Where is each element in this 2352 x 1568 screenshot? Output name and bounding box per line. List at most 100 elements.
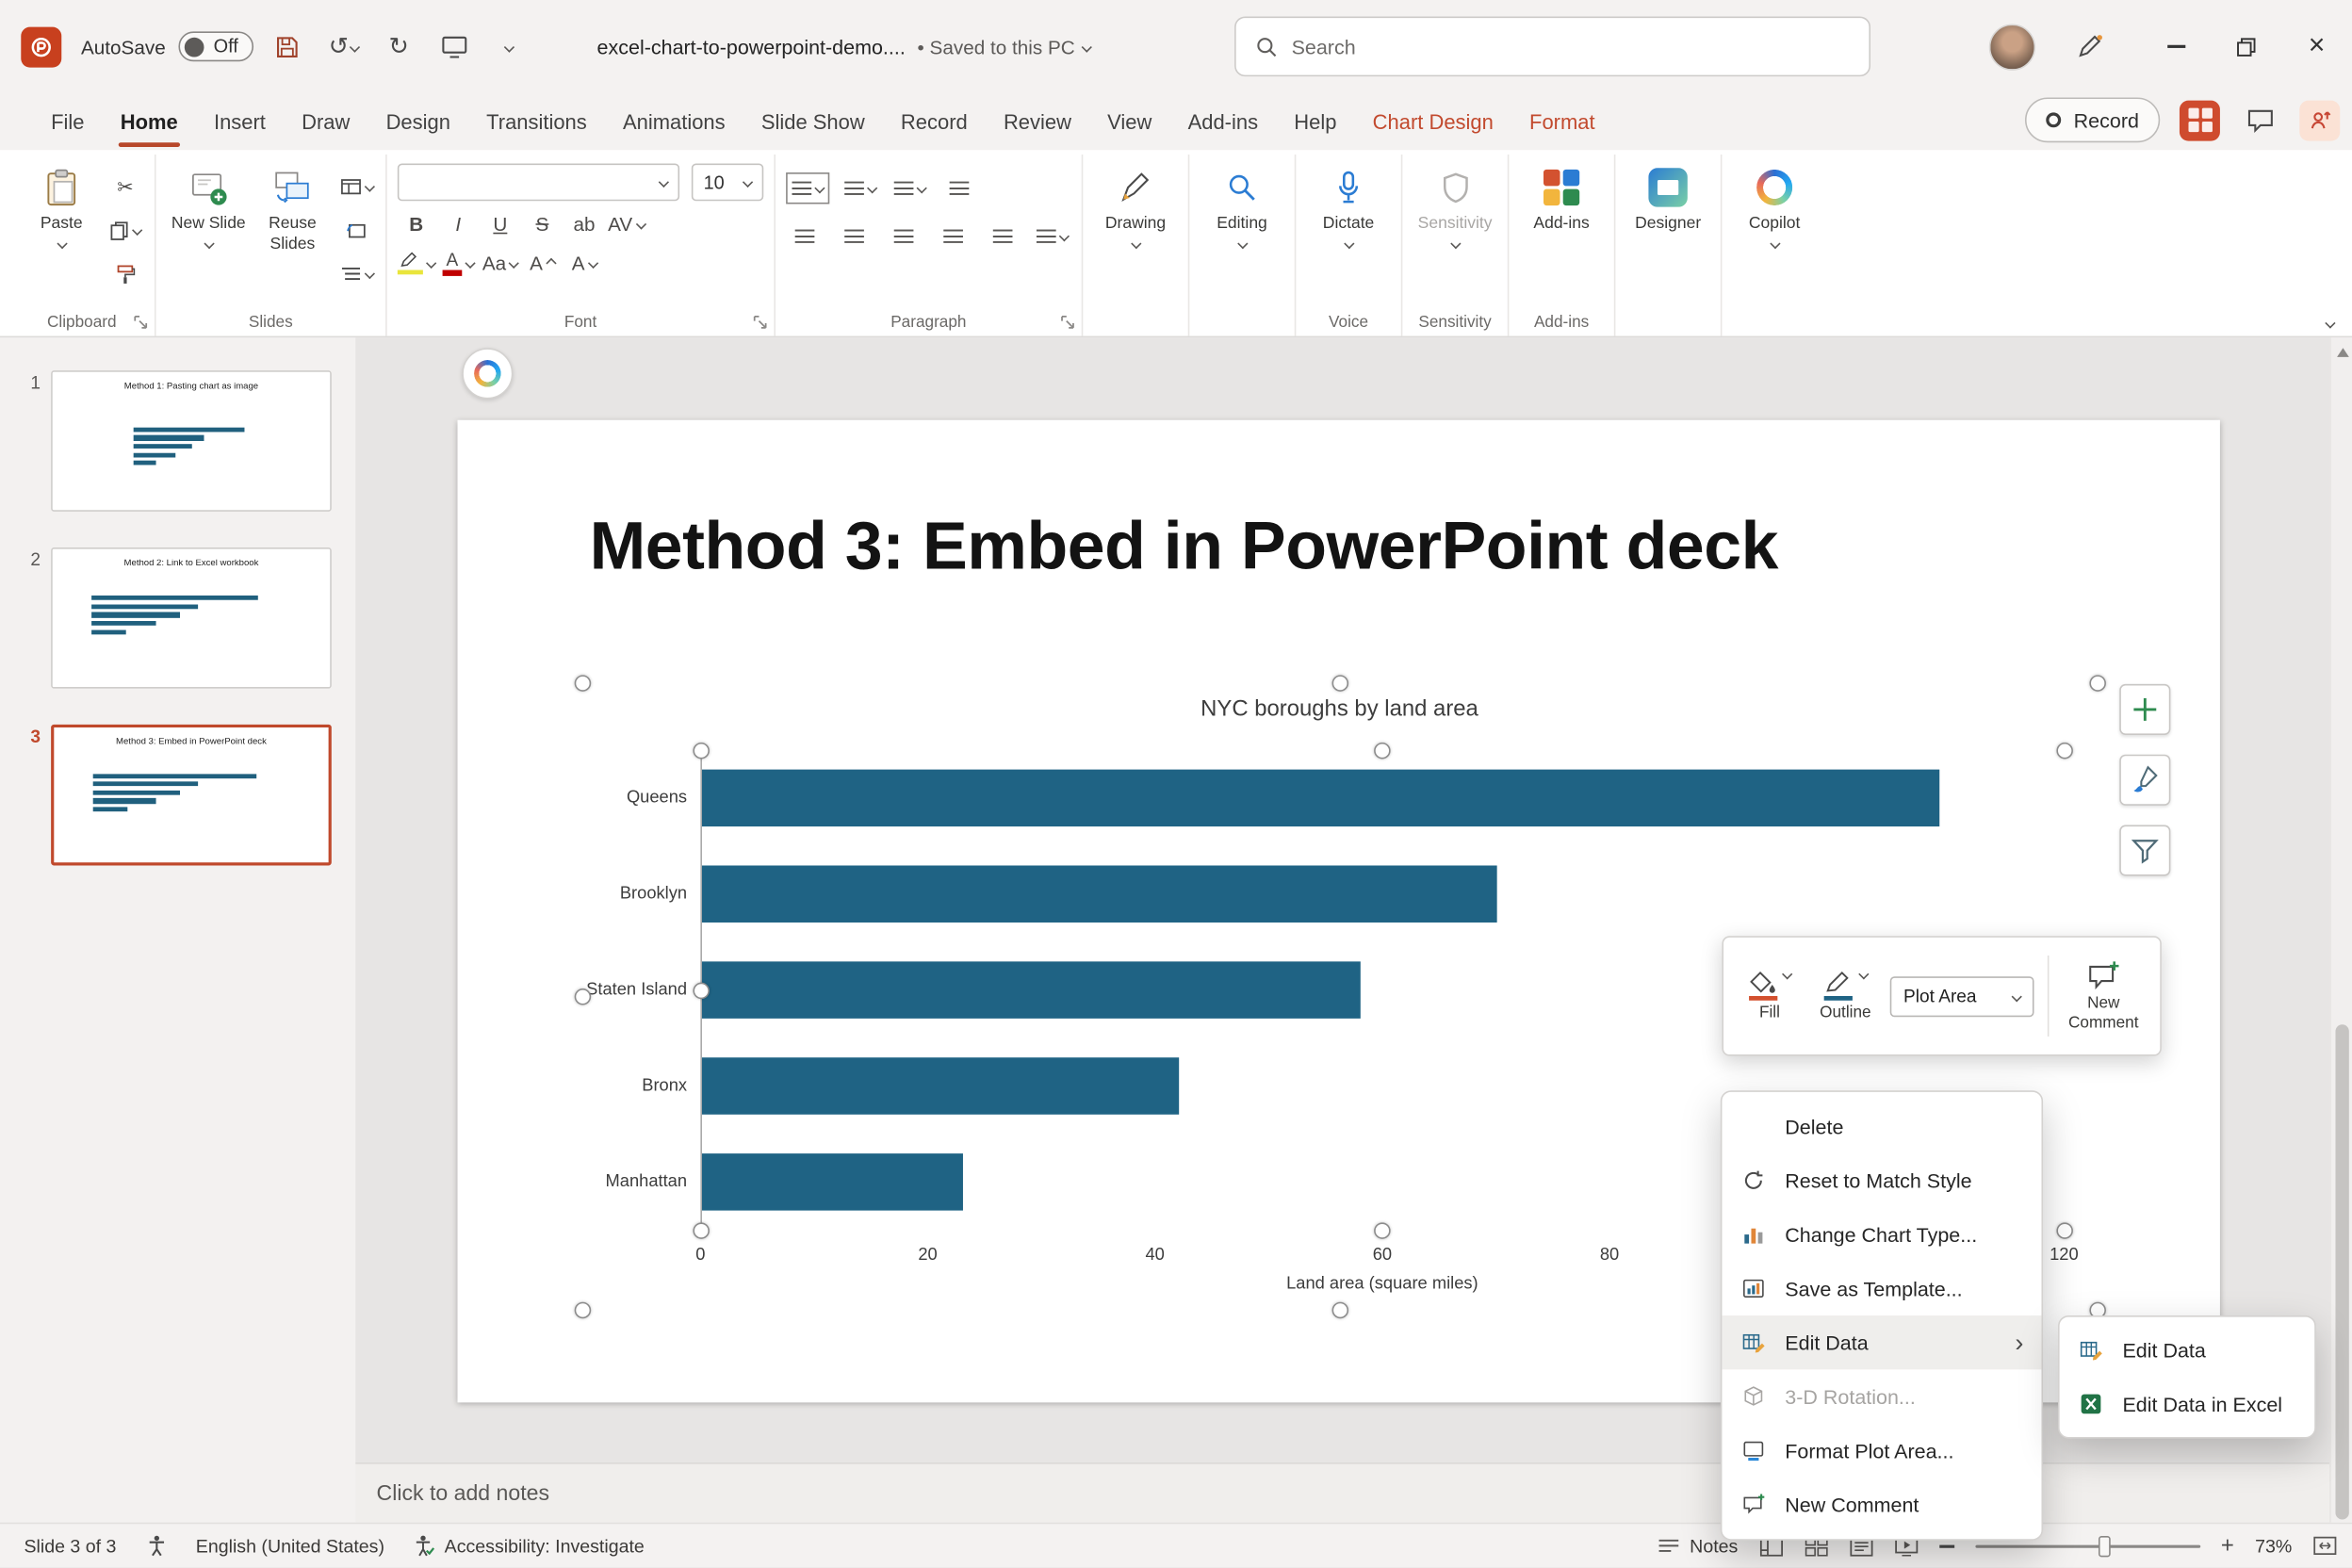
search-input[interactable] bbox=[1291, 35, 1850, 58]
tab-review[interactable]: Review bbox=[986, 93, 1089, 150]
align-right-button[interactable] bbox=[984, 220, 1021, 252]
restore-button[interactable] bbox=[2211, 0, 2281, 93]
copilot-button[interactable]: Copilot bbox=[1733, 157, 1817, 249]
character-spacing-button[interactable]: AV bbox=[608, 208, 646, 239]
fit-slide-to-window-button[interactable] bbox=[2313, 1537, 2337, 1557]
selection-handle[interactable] bbox=[692, 742, 710, 759]
record-button[interactable]: Record bbox=[2025, 97, 2161, 143]
dictate-button[interactable]: Dictate bbox=[1306, 157, 1390, 249]
editing-button[interactable]: Editing bbox=[1200, 157, 1283, 249]
tab-view[interactable]: View bbox=[1089, 93, 1169, 150]
reuse-slides-button[interactable]: Reuse Slides bbox=[251, 157, 335, 255]
line-spacing-button[interactable] bbox=[891, 172, 929, 204]
undo-button[interactable]: ↺ bbox=[322, 27, 365, 66]
selection-handle[interactable] bbox=[1331, 1300, 1348, 1318]
bar-brooklyn[interactable] bbox=[701, 865, 1497, 923]
text-direction-button[interactable] bbox=[940, 172, 978, 204]
scrollbar-thumb[interactable] bbox=[2335, 1024, 2349, 1520]
customize-quick-access-button[interactable] bbox=[489, 27, 531, 66]
cut-button[interactable]: ✂ bbox=[106, 171, 144, 202]
chart-element-selector[interactable]: Plot Area bbox=[1889, 975, 2034, 1017]
selection-handle[interactable] bbox=[692, 1221, 710, 1239]
tab-chart-design[interactable]: Chart Design bbox=[1355, 93, 1511, 150]
align-center-button[interactable] bbox=[935, 220, 972, 252]
minimize-button[interactable] bbox=[2141, 0, 2212, 93]
menu-item-delete[interactable]: Delete bbox=[1722, 1100, 2041, 1153]
search-bar[interactable] bbox=[1234, 16, 1871, 77]
bold-button[interactable]: B bbox=[398, 208, 435, 239]
selection-handle[interactable] bbox=[573, 1300, 591, 1318]
selection-handle[interactable] bbox=[573, 988, 591, 1004]
slide-thumbnail-1[interactable]: 1 Method 1: Pasting chart as image bbox=[15, 370, 332, 512]
increase-font-size-button[interactable]: A bbox=[524, 248, 562, 279]
convert-to-smartart-button[interactable] bbox=[1034, 220, 1071, 252]
editor-pen-icon[interactable] bbox=[2066, 23, 2114, 71]
collapse-ribbon-icon[interactable] bbox=[2325, 318, 2336, 329]
decrease-font-size-button[interactable]: A bbox=[565, 248, 603, 279]
user-avatar[interactable] bbox=[1988, 23, 2036, 71]
vertical-scrollbar[interactable] bbox=[2329, 337, 2352, 1524]
font-color-button[interactable]: A bbox=[439, 248, 477, 279]
tab-file[interactable]: File bbox=[33, 93, 103, 150]
menu-item-format-plot-area[interactable]: Format Plot Area... bbox=[1722, 1424, 2041, 1478]
bar-manhattan[interactable] bbox=[701, 1153, 964, 1211]
designer-button[interactable]: Designer bbox=[1626, 157, 1710, 235]
drawing-button[interactable]: Drawing bbox=[1093, 157, 1177, 249]
tab-design[interactable]: Design bbox=[368, 93, 468, 150]
new-comment-button[interactable]: New Comment bbox=[2062, 959, 2145, 1033]
chart-styles-button[interactable] bbox=[2119, 754, 2171, 806]
copy-button[interactable] bbox=[106, 215, 144, 246]
tab-animations[interactable]: Animations bbox=[605, 93, 743, 150]
bar-staten-island[interactable] bbox=[701, 961, 1361, 1019]
tab-transitions[interactable]: Transitions bbox=[468, 93, 605, 150]
selection-handle[interactable] bbox=[2088, 674, 2106, 692]
numbering-button[interactable] bbox=[841, 172, 879, 204]
selection-handle[interactable] bbox=[1373, 742, 1390, 759]
bullets-button[interactable] bbox=[786, 172, 830, 204]
present-in-teams-icon[interactable] bbox=[2179, 99, 2220, 140]
slide-indicator[interactable]: Slide 3 of 3 bbox=[24, 1536, 116, 1557]
menu-item-edit-data[interactable]: Edit Data › bbox=[1722, 1315, 2042, 1370]
tab-record[interactable]: Record bbox=[883, 93, 986, 150]
dialog-launcher-icon[interactable] bbox=[134, 315, 149, 330]
submenu-item-edit-data-in-excel[interactable]: Edit Data in Excel bbox=[2060, 1377, 2315, 1430]
change-case-button[interactable]: Aa bbox=[482, 248, 520, 279]
slide-layout-button[interactable] bbox=[337, 171, 375, 202]
dialog-launcher-icon[interactable] bbox=[753, 315, 768, 330]
comments-button[interactable] bbox=[2240, 100, 2280, 140]
menu-item-reset-to-match-style[interactable]: Reset to Match Style bbox=[1722, 1153, 2041, 1207]
selection-handle[interactable] bbox=[2055, 1221, 2073, 1239]
fill-button[interactable]: Fill bbox=[1739, 968, 1801, 1021]
zoom-slider-thumb[interactable] bbox=[2099, 1535, 2111, 1557]
reset-slide-button[interactable] bbox=[337, 215, 375, 246]
accessibility-status[interactable]: Accessibility: Investigate bbox=[415, 1535, 645, 1558]
zoom-level[interactable]: 73% bbox=[2255, 1536, 2292, 1557]
selection-handle[interactable] bbox=[692, 981, 710, 999]
format-painter-button[interactable] bbox=[106, 258, 144, 289]
bar-queens[interactable] bbox=[701, 769, 1939, 827]
chart-elements-button[interactable] bbox=[2119, 683, 2171, 735]
slide-title[interactable]: Method 3: Embed in PowerPoint deck bbox=[590, 507, 1779, 585]
slide-thumbnail-3[interactable]: 3 Method 3: Embed in PowerPoint deck bbox=[15, 724, 332, 866]
selection-handle[interactable] bbox=[1331, 674, 1348, 692]
subscript-button[interactable]: ab bbox=[565, 208, 603, 239]
accessibility-person-icon[interactable] bbox=[146, 1535, 166, 1558]
copilot-slide-button[interactable] bbox=[462, 348, 514, 400]
tab-format[interactable]: Format bbox=[1511, 93, 1613, 150]
text-highlight-button[interactable] bbox=[397, 248, 437, 279]
tab-slide-show[interactable]: Slide Show bbox=[743, 93, 883, 150]
italic-button[interactable]: I bbox=[439, 208, 477, 239]
selection-handle[interactable] bbox=[2055, 742, 2073, 759]
close-button[interactable]: × bbox=[2281, 0, 2352, 93]
tab-insert[interactable]: Insert bbox=[196, 93, 284, 150]
underline-button[interactable]: U bbox=[482, 208, 519, 239]
tab-help[interactable]: Help bbox=[1276, 93, 1354, 150]
saved-status[interactable]: • Saved to this PC bbox=[918, 35, 1092, 57]
decrease-indent-button[interactable] bbox=[786, 220, 824, 252]
font-size-combo[interactable]: 10 bbox=[691, 163, 764, 202]
autosave-toggle[interactable]: Off bbox=[179, 31, 253, 62]
redo-button[interactable]: ↻ bbox=[378, 27, 420, 66]
font-name-combo[interactable] bbox=[397, 163, 680, 202]
strikethrough-button[interactable]: S bbox=[524, 208, 562, 239]
zoom-in-button[interactable]: + bbox=[2221, 1535, 2234, 1558]
